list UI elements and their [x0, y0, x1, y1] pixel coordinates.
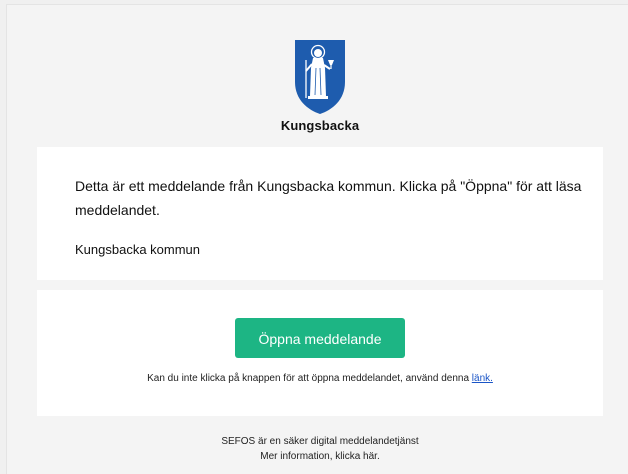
action-card: Öppna meddelande Kan du inte klicka på k… [37, 290, 603, 416]
open-message-button[interactable]: Öppna meddelande [235, 318, 405, 358]
footer: SEFOS är en säker digital meddelandetjän… [37, 434, 603, 464]
logo-wordmark: Kungsbacka [280, 118, 360, 133]
message-body: Detta är ett meddelande från Kungsbacka … [75, 178, 582, 218]
help-text: Kan du inte klicka på knappen för att öp… [147, 373, 472, 384]
header: Kungsbacka [37, 38, 603, 140]
email-page: Kungsbacka Detta är ett meddelande från … [0, 0, 628, 474]
help-link[interactable]: länk. [472, 373, 493, 384]
message-card: Detta är ett meddelande från Kungsbacka … [37, 147, 603, 280]
footer-service-description: SEFOS är en säker digital meddelandetjän… [221, 436, 419, 447]
kungsbacka-coat-of-arms-icon [295, 40, 345, 114]
footer-more-info-link[interactable]: Mer information, klicka här. [37, 449, 603, 464]
message-sender: Kungsbacka kommun [75, 242, 201, 257]
help-text-line: Kan du inte klicka på knappen för att öp… [37, 373, 603, 384]
